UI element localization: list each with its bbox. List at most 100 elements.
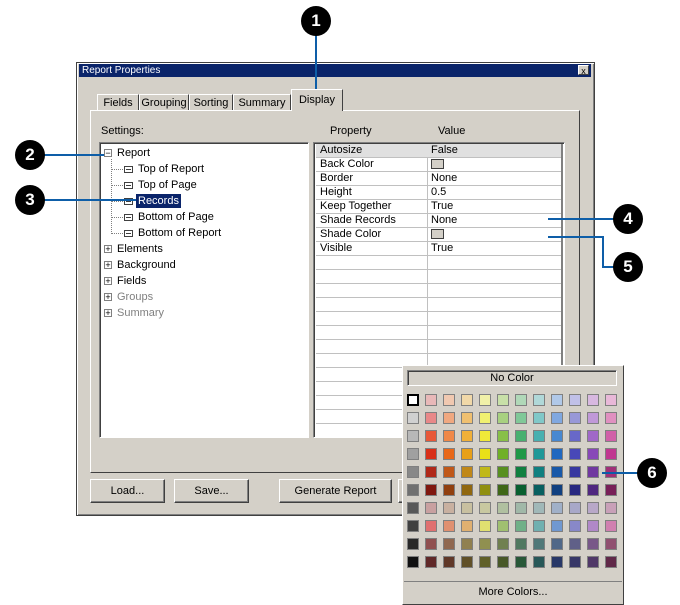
color-swatch[interactable] <box>425 394 437 406</box>
property-row[interactable]: Height 0.5 <box>316 186 561 200</box>
color-swatch[interactable] <box>407 412 419 424</box>
color-swatch[interactable] <box>605 448 617 460</box>
color-swatch[interactable] <box>407 538 419 550</box>
color-swatch[interactable] <box>497 466 509 478</box>
tab-sorting[interactable]: Sorting <box>189 94 233 111</box>
color-swatch[interactable] <box>569 538 581 550</box>
color-swatch[interactable] <box>443 538 455 550</box>
generate-report-button[interactable]: Generate Report <box>279 479 392 503</box>
color-swatch[interactable] <box>425 538 437 550</box>
close-icon[interactable]: x <box>578 65 589 76</box>
color-swatch[interactable] <box>425 556 437 568</box>
color-swatch[interactable] <box>497 430 509 442</box>
color-swatch[interactable] <box>551 484 563 496</box>
property-row[interactable]: Visible True <box>316 242 561 256</box>
tree-item-elements[interactable]: Elements <box>117 242 163 256</box>
color-swatch[interactable] <box>605 556 617 568</box>
color-swatch[interactable] <box>425 466 437 478</box>
color-swatch[interactable] <box>407 502 419 514</box>
color-swatch[interactable] <box>407 394 419 406</box>
color-swatch[interactable] <box>497 502 509 514</box>
expand-icon[interactable]: + <box>104 293 112 302</box>
color-swatch[interactable] <box>515 520 527 532</box>
color-swatch[interactable] <box>587 412 599 424</box>
color-swatch[interactable] <box>479 556 491 568</box>
expand-icon[interactable]: + <box>104 245 112 254</box>
color-swatch[interactable] <box>569 448 581 460</box>
tree-item-top-of-page[interactable]: Top of Page <box>138 178 197 192</box>
color-swatch[interactable] <box>533 412 545 424</box>
color-swatch[interactable] <box>515 556 527 568</box>
shade-color-swatch[interactable] <box>431 229 444 239</box>
color-swatch[interactable] <box>443 484 455 496</box>
color-swatch[interactable] <box>407 430 419 442</box>
color-swatch[interactable] <box>533 448 545 460</box>
color-swatch[interactable] <box>425 484 437 496</box>
color-swatch[interactable] <box>551 556 563 568</box>
property-row[interactable]: Shade Color <box>316 228 561 242</box>
color-swatch[interactable] <box>479 430 491 442</box>
color-swatch[interactable] <box>461 520 473 532</box>
tab-fields[interactable]: Fields <box>97 94 139 111</box>
color-swatch[interactable] <box>533 520 545 532</box>
color-swatch[interactable] <box>515 430 527 442</box>
color-swatch[interactable] <box>533 538 545 550</box>
color-swatch[interactable] <box>533 430 545 442</box>
color-swatch[interactable] <box>587 520 599 532</box>
color-swatch[interactable] <box>443 430 455 442</box>
color-swatch[interactable] <box>551 538 563 550</box>
tree-item-summary[interactable]: Summary <box>117 306 164 320</box>
color-swatch[interactable] <box>515 502 527 514</box>
color-swatch[interactable] <box>551 466 563 478</box>
load-button[interactable]: Load... <box>90 479 165 503</box>
color-swatch[interactable] <box>587 556 599 568</box>
expand-icon[interactable]: + <box>104 261 112 270</box>
color-swatch[interactable] <box>587 538 599 550</box>
property-row[interactable]: Autosize False <box>316 144 561 158</box>
tree-item-top-of-report[interactable]: Top of Report <box>138 162 204 176</box>
color-swatch[interactable] <box>407 466 419 478</box>
color-swatch[interactable] <box>443 466 455 478</box>
color-swatch[interactable] <box>533 502 545 514</box>
color-swatch[interactable] <box>569 556 581 568</box>
color-swatch[interactable] <box>461 412 473 424</box>
tree-item-records[interactable]: Records <box>136 194 181 208</box>
color-swatch[interactable] <box>461 556 473 568</box>
color-swatch[interactable] <box>515 466 527 478</box>
color-swatch[interactable] <box>533 394 545 406</box>
color-swatch[interactable] <box>497 484 509 496</box>
color-swatch[interactable] <box>605 502 617 514</box>
color-swatch[interactable] <box>587 466 599 478</box>
color-swatch[interactable] <box>425 502 437 514</box>
color-swatch[interactable] <box>443 394 455 406</box>
color-swatch[interactable] <box>407 556 419 568</box>
color-swatch[interactable] <box>461 466 473 478</box>
color-swatch[interactable] <box>425 448 437 460</box>
color-swatch[interactable] <box>515 538 527 550</box>
color-swatch[interactable] <box>533 466 545 478</box>
color-swatch[interactable] <box>461 448 473 460</box>
collapse-icon[interactable]: − <box>104 149 112 158</box>
color-swatch[interactable] <box>551 430 563 442</box>
color-swatch[interactable] <box>587 484 599 496</box>
color-swatch[interactable] <box>569 412 581 424</box>
color-swatch[interactable] <box>443 448 455 460</box>
color-swatch[interactable] <box>515 484 527 496</box>
color-swatch[interactable] <box>497 538 509 550</box>
color-swatch[interactable] <box>551 448 563 460</box>
color-swatch[interactable] <box>605 484 617 496</box>
color-swatch[interactable] <box>569 520 581 532</box>
property-row[interactable]: Back Color <box>316 158 561 172</box>
color-swatch[interactable] <box>461 538 473 550</box>
color-swatch[interactable] <box>551 502 563 514</box>
color-swatch[interactable] <box>605 394 617 406</box>
color-swatch[interactable] <box>551 412 563 424</box>
color-swatch[interactable] <box>605 430 617 442</box>
color-swatch[interactable] <box>551 520 563 532</box>
property-row[interactable]: Keep Together True <box>316 200 561 214</box>
dialog-titlebar[interactable]: Report Properties x <box>79 64 591 77</box>
color-swatch[interactable] <box>479 502 491 514</box>
color-swatch[interactable] <box>569 466 581 478</box>
tree-item-background[interactable]: Background <box>117 258 176 272</box>
property-row[interactable]: Shade Records None <box>316 214 561 228</box>
